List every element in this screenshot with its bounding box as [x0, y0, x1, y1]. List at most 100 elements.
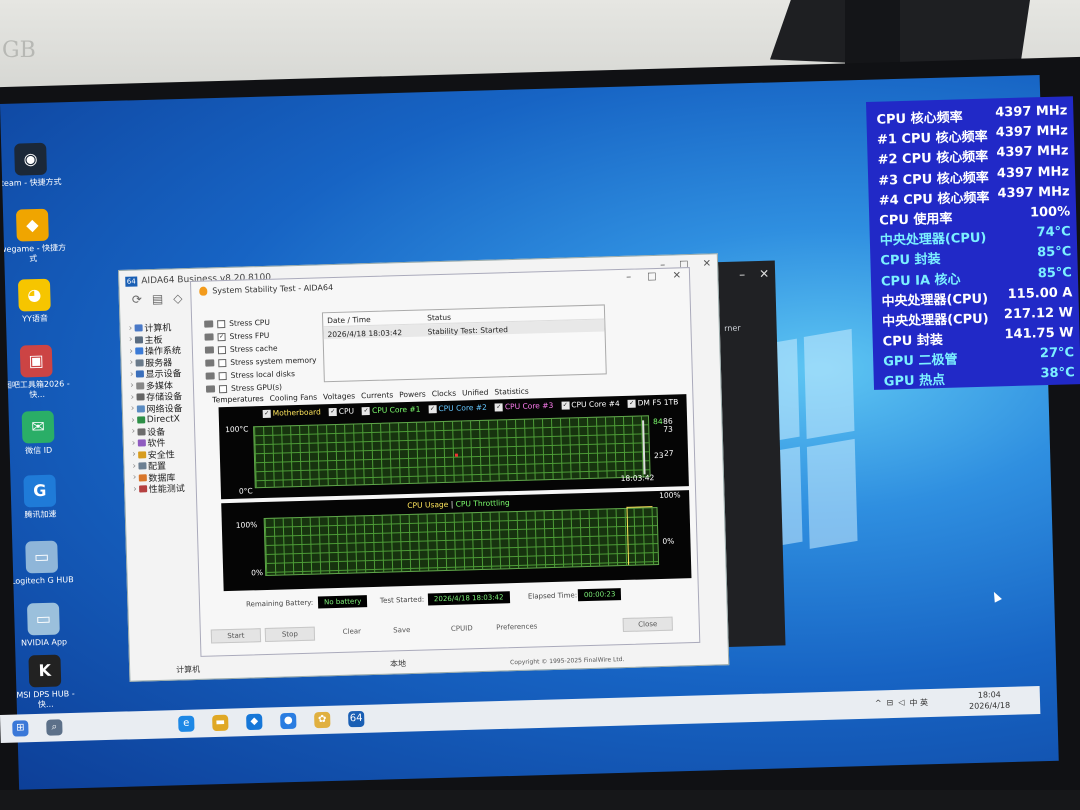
desktop-icon-label: 微信 ID: [25, 445, 53, 456]
sensor-tab[interactable]: Powers: [399, 389, 426, 399]
sensor-tab[interactable]: Clocks: [432, 389, 457, 399]
legend-checkbox[interactable]: ✓: [428, 404, 437, 413]
desktop-icon[interactable]: ▭ NVIDIA App: [8, 602, 79, 649]
chevron-right-icon[interactable]: ›: [132, 438, 136, 448]
sensor-tab[interactable]: Unified: [462, 388, 489, 398]
legend-checkbox[interactable]: ✓: [627, 399, 636, 408]
chevron-right-icon[interactable]: ›: [129, 346, 133, 356]
legend-checkbox[interactable]: ✓: [328, 407, 337, 416]
legend-checkbox[interactable]: ✓: [361, 406, 371, 415]
chevron-right-icon[interactable]: ›: [133, 473, 137, 483]
system-stability-test-window[interactable]: System Stability Test - AIDA64 – □ ✕ Str…: [190, 267, 701, 657]
clear-button[interactable]: Clear: [327, 625, 377, 640]
aida64-taskbar-icon[interactable]: 64: [348, 710, 365, 728]
sensor-tab[interactable]: Statistics: [494, 387, 529, 397]
chevron-right-icon[interactable]: ›: [131, 415, 135, 425]
file-explorer-icon[interactable]: ▬: [212, 714, 229, 732]
stress-checkbox[interactable]: [218, 358, 227, 367]
elapsed-time-label: Elapsed Time:: [527, 591, 578, 601]
desktop-icon[interactable]: ▭ Logitech G HUB: [6, 540, 77, 587]
close-icon[interactable]: ✕: [753, 261, 776, 288]
windows-start-icon[interactable]: ⊞: [12, 720, 29, 737]
stress-checkbox[interactable]: [218, 371, 227, 380]
stress-checkbox[interactable]: [217, 319, 226, 328]
close-icon[interactable]: ✕: [703, 258, 712, 269]
stress-checkbox[interactable]: [217, 345, 227, 354]
aida64-copyright: Copyright © 1995-2025 FinalWire Ltd.: [510, 656, 625, 667]
browser-icon[interactable]: ●: [280, 712, 297, 730]
desktop-icon[interactable]: ▣ 图吧工具箱2026 - 快...: [1, 344, 73, 401]
legend-checkbox[interactable]: ✓: [262, 409, 271, 418]
chevron-right-icon[interactable]: ›: [129, 335, 133, 345]
chevron-right-icon[interactable]: ›: [128, 323, 132, 333]
legend-label: CPU Core #1: [371, 404, 421, 415]
save-button[interactable]: Save: [377, 624, 427, 639]
desktop-icon-label: Logitech G HUB: [10, 575, 74, 586]
overlay-row-label: CPU 封装: [882, 333, 944, 350]
cat-app-icon[interactable]: ✿: [314, 711, 331, 729]
close-button[interactable]: Close: [622, 616, 673, 633]
stress-checkbox[interactable]: [218, 384, 228, 393]
sensor-tab[interactable]: Temperatures: [212, 394, 264, 404]
chevron-right-icon[interactable]: ›: [132, 461, 136, 471]
temp-time-label: 18:03:42: [620, 473, 655, 484]
chevron-right-icon[interactable]: ›: [130, 369, 134, 379]
legend-item[interactable]: ✓ DM F5 1TB: [627, 397, 678, 408]
cpu-usage-graph: CPU Usage | CPU Throttling 100% 0% 100% …: [221, 490, 692, 592]
edge-icon[interactable]: e: [178, 715, 195, 733]
sensor-tab[interactable]: Cooling Fans: [270, 392, 318, 402]
close-icon[interactable]: ✕: [673, 270, 682, 281]
desktop-icon[interactable]: G 腾讯加速: [4, 474, 75, 521]
chevron-right-icon[interactable]: ›: [131, 427, 135, 437]
start-button[interactable]: Start: [210, 628, 262, 644]
legend-item[interactable]: ✓ CPU Core #4: [561, 399, 620, 410]
sensor-tab[interactable]: Currents: [361, 390, 393, 400]
chevron-right-icon[interactable]: ›: [133, 484, 137, 494]
desktop-icon-label: 图吧工具箱2026 - 快...: [3, 379, 70, 400]
legend-item[interactable]: ✓ Motherboard: [262, 407, 321, 418]
minimize-icon[interactable]: –: [626, 272, 631, 283]
chevron-right-icon[interactable]: ›: [130, 381, 134, 391]
desktop-icon[interactable]: K MSI DPS HUB - 快...: [9, 654, 81, 711]
search-icon[interactable]: ⌕: [46, 719, 63, 736]
preferences-button[interactable]: Preferences: [487, 620, 547, 636]
desktop-icon[interactable]: ◆ wegame - 快捷方式: [0, 208, 68, 265]
chevron-right-icon[interactable]: ›: [132, 450, 136, 460]
legend-checkbox[interactable]: ✓: [561, 400, 570, 410]
desktop-icon[interactable]: ◕ YY语音: [0, 278, 70, 325]
desktop-icon[interactable]: ✉ 微信 ID: [3, 410, 74, 457]
network-icon[interactable]: ⊟: [886, 698, 893, 709]
refresh-icon[interactable]: ⟳: [132, 292, 143, 314]
report-icon[interactable]: ▤: [152, 292, 164, 314]
store-icon[interactable]: ◆: [246, 713, 263, 731]
legend-checkbox[interactable]: ✓: [494, 402, 503, 412]
chevron-right-icon[interactable]: ›: [131, 404, 135, 414]
stop-button[interactable]: Stop: [264, 626, 316, 643]
tree-item-icon: [137, 428, 146, 436]
usage-trace: [626, 506, 655, 565]
usage-title: CPU Usage | CPU Throttling: [407, 498, 510, 510]
legend-item[interactable]: ✓ CPU Core #3: [494, 401, 553, 412]
input-method-indicator[interactable]: 中 英: [909, 697, 928, 709]
minimize-icon[interactable]: –: [731, 261, 754, 288]
legend-item[interactable]: ✓ CPU: [328, 406, 354, 416]
hardware-icon: [204, 333, 214, 341]
remaining-battery-value: No battery: [317, 595, 368, 609]
tree-item-icon: [134, 347, 143, 355]
maximize-icon[interactable]: □: [647, 271, 657, 282]
chevron-up-icon[interactable]: ^: [875, 698, 882, 709]
stress-checkbox[interactable]: ✓: [217, 332, 226, 341]
cpuid-button[interactable]: CPUID: [437, 622, 487, 637]
legend-item[interactable]: ✓ CPU Core #2: [428, 403, 487, 414]
sensor-tab[interactable]: Voltages: [323, 391, 355, 401]
legend-item[interactable]: ✓ CPU Core #1: [361, 404, 421, 416]
volume-icon[interactable]: ◁: [898, 698, 904, 709]
chevron-right-icon[interactable]: ›: [130, 392, 134, 402]
desktop-icon[interactable]: ◉ team - 快捷方式: [0, 142, 66, 189]
usage-axis-bottom: 0%: [251, 568, 264, 578]
desktop-app-icon: ◆: [15, 208, 49, 242]
clock[interactable]: 18:04 2026/4/18: [969, 689, 1011, 712]
chevron-right-icon[interactable]: ›: [129, 358, 133, 368]
temp-value-84: 84: [652, 416, 663, 427]
chevron-icon[interactable]: ◇: [173, 291, 183, 313]
